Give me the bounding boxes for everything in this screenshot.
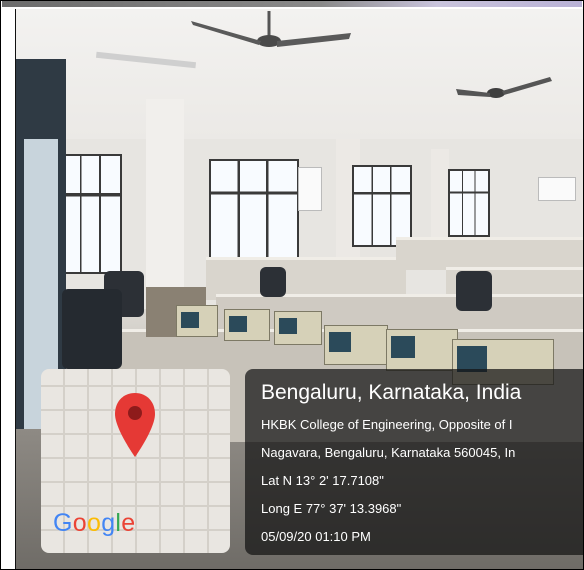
timestamp-text: 05/09/20 01:10 PM bbox=[261, 529, 371, 544]
wall-chart bbox=[538, 177, 576, 201]
window bbox=[60, 154, 122, 274]
oscilloscope bbox=[224, 309, 270, 341]
ceiling-fan bbox=[191, 11, 351, 47]
top-strip bbox=[2, 1, 582, 7]
oscilloscope bbox=[324, 325, 388, 365]
map-thumbnail: Google bbox=[41, 369, 230, 553]
lab-chair bbox=[456, 271, 492, 311]
pillar bbox=[431, 149, 449, 249]
location-pin-icon bbox=[115, 393, 155, 457]
oscilloscope bbox=[274, 311, 322, 345]
google-logo: Google bbox=[53, 509, 136, 537]
screenshot-frame: Google Bengaluru, Karnataka, India HKBK … bbox=[0, 0, 584, 570]
ceiling-fan bbox=[456, 77, 552, 98]
wall-poster bbox=[298, 167, 322, 211]
location-city: Bengaluru, Karnataka, India bbox=[261, 381, 522, 404]
lab-chair bbox=[260, 267, 286, 297]
address-line-1: HKBK College of Engineering, Opposite of… bbox=[261, 417, 513, 432]
lab-chair bbox=[62, 289, 122, 369]
location-info-card: Bengaluru, Karnataka, India HKBK College… bbox=[245, 369, 583, 555]
window bbox=[352, 165, 412, 247]
oscilloscope bbox=[176, 305, 218, 337]
longitude-text: Long E 77° 37' 13.3968" bbox=[261, 501, 402, 516]
oscilloscope bbox=[386, 329, 458, 371]
lab-bench bbox=[396, 237, 583, 270]
window bbox=[448, 169, 490, 237]
window bbox=[209, 159, 299, 259]
address-line-2: Nagavara, Bengaluru, Karnataka 560045, I… bbox=[261, 445, 516, 460]
latitude-text: Lat N 13° 2' 17.7108" bbox=[261, 473, 384, 488]
